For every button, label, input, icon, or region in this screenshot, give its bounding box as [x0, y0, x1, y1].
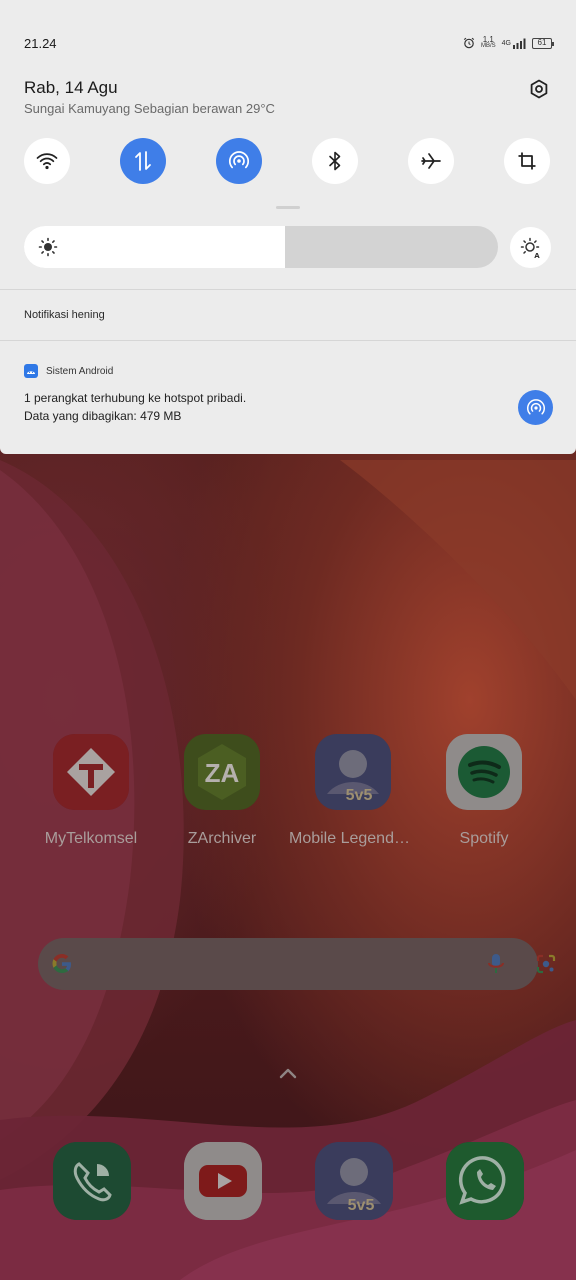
google-lens-icon[interactable]	[534, 952, 558, 981]
bluetooth-icon	[329, 151, 341, 171]
mytelkomsel-icon	[53, 734, 129, 810]
signal-icon: 4G	[502, 38, 526, 49]
wifi-icon	[36, 153, 58, 170]
mobile-legends-icon: 5v5	[315, 734, 391, 810]
status-icons: 1.1 MB/S 4G 61	[463, 36, 554, 50]
qs-screenshot-toggle[interactable]	[504, 138, 550, 184]
whatsapp-icon	[446, 1142, 524, 1220]
svg-text:5v5: 5v5	[346, 787, 373, 804]
notification-subtext: Data yang dibagikan: 479 MB	[24, 409, 182, 423]
youtube-icon	[184, 1142, 262, 1220]
network-type: 4G	[501, 39, 511, 47]
app-mytelkomsel[interactable]: MyTelkomsel	[31, 734, 151, 848]
app-label: Mobile Legends: Bang Bang	[289, 830, 417, 847]
dock-phone[interactable]	[53, 1142, 131, 1220]
net-speed: 1.1 MB/S	[481, 36, 496, 50]
status-time: 21.24	[24, 36, 57, 51]
qs-hotspot-toggle[interactable]	[216, 138, 262, 184]
auto-brightness-icon: A	[520, 237, 540, 259]
airplane-icon	[421, 153, 441, 169]
phone-icon	[53, 1142, 131, 1220]
svg-text:5v5: 5v5	[348, 1197, 375, 1214]
dock-youtube[interactable]	[184, 1142, 262, 1220]
voice-search-icon[interactable]	[486, 952, 506, 981]
google-search-bar[interactable]	[38, 938, 556, 990]
app-label: ZArchiver	[187, 830, 257, 847]
app-label: MyTelkomsel	[44, 830, 138, 847]
android-system-icon	[24, 364, 38, 378]
app-spotify[interactable]: Spotify	[424, 734, 544, 848]
notification-shade: 21.24 1.1 MB/S 4G 61 Rab, 14 Agu Sungai …	[0, 0, 576, 454]
qs-bluetooth-toggle[interactable]	[312, 138, 358, 184]
mobile-data-icon	[135, 151, 151, 171]
hotspot-notification-button[interactable]	[518, 390, 553, 425]
app-zarchiver[interactable]: ZA ZArchiver	[162, 734, 282, 848]
brightness-icon	[38, 237, 58, 257]
brightness-slider[interactable]	[24, 226, 498, 268]
home-screen: MyTelkomsel ZA ZArchiver 5v5 Mobile Lege…	[0, 454, 576, 1280]
notification-text[interactable]: 1 perangkat terhubung ke hotspot pribadi…	[24, 391, 246, 405]
hotspot-icon	[228, 151, 250, 169]
spotify-icon	[446, 734, 522, 810]
net-speed-unit: MB/S	[480, 43, 496, 49]
battery-icon: 61	[532, 37, 554, 49]
qs-mobile-data-toggle[interactable]	[120, 138, 166, 184]
weather-info: Sungai Kamuyang Sebagian berawan 29°C	[24, 101, 275, 116]
crop-icon	[518, 152, 536, 170]
dock-mobile-legends[interactable]: 5v5	[315, 1142, 393, 1220]
qs-airplane-toggle[interactable]	[408, 138, 454, 184]
drag-handle[interactable]	[276, 206, 300, 209]
zarchiver-icon: ZA	[184, 734, 260, 810]
app-drawer-chevron-icon[interactable]	[278, 1066, 298, 1085]
divider	[0, 340, 576, 341]
notification-header: Sistem Android	[24, 364, 113, 378]
dock-whatsapp[interactable]	[446, 1142, 524, 1220]
section-label-silent: Notifikasi hening	[24, 309, 105, 321]
hotspot-icon	[526, 398, 545, 415]
divider	[0, 289, 576, 290]
mobile-legends-icon: 5v5	[315, 1142, 393, 1220]
app-label: Spotify	[459, 830, 509, 847]
google-icon	[50, 952, 74, 981]
net-speed-value: 1.1	[482, 35, 494, 44]
qs-wifi-toggle[interactable]	[24, 138, 70, 184]
brightness-fill	[24, 226, 285, 268]
svg-text:ZA: ZA	[205, 758, 240, 788]
alarm-icon	[463, 37, 475, 49]
app-mobile-legends[interactable]: 5v5 Mobile Legends: Bang Bang	[289, 734, 417, 848]
svg-text:A: A	[534, 252, 540, 259]
gear-icon	[530, 79, 548, 99]
notification-app-name: Sistem Android	[46, 365, 114, 377]
date: Rab, 14 Agu	[24, 78, 118, 97]
auto-brightness-button[interactable]: A	[510, 227, 551, 268]
settings-button[interactable]	[526, 76, 552, 102]
quick-settings-row	[0, 138, 576, 184]
